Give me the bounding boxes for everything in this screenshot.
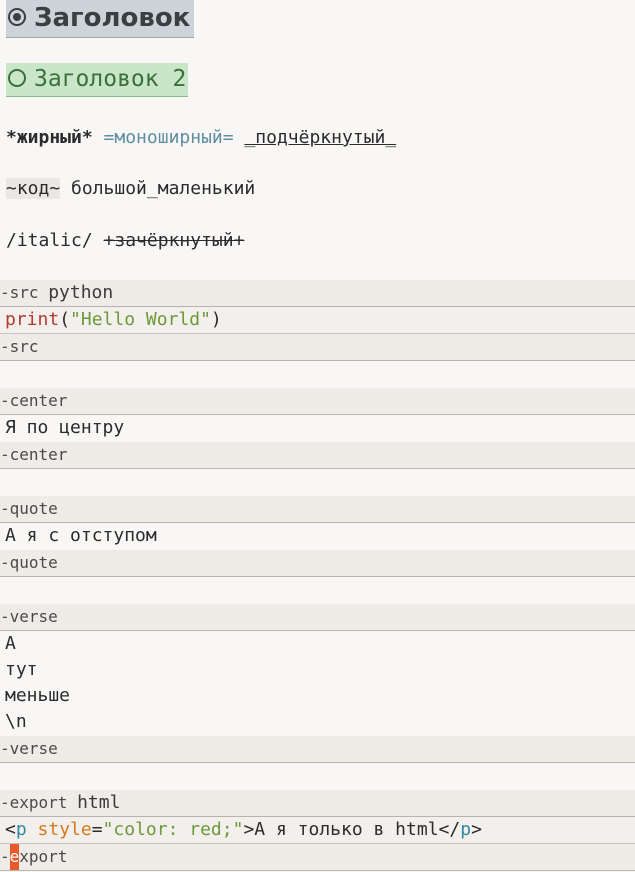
heading-1[interactable]: Заголовок <box>6 0 195 38</box>
strikethrough-text: +зачёркнутый+ <box>103 230 245 251</box>
code-open-paren: ( <box>59 309 71 330</box>
html-close-tag: p <box>460 819 472 840</box>
verse-end-keyword: verse <box>9 739 58 758</box>
quote-block-end[interactable]: -quote <box>0 550 635 577</box>
export-block-end[interactable]: -export <box>0 844 635 871</box>
html-tag: p <box>15 819 27 840</box>
center-begin-keyword: center <box>9 391 68 410</box>
center-content: Я по центру <box>5 417 125 438</box>
markup-line-2: ~код~ большой_маленький <box>6 176 635 202</box>
html-lt: < <box>5 819 16 840</box>
src-code: print("Hello World") <box>5 307 222 333</box>
src-end-keyword: src <box>9 337 39 356</box>
html-eq: = <box>91 819 103 840</box>
verse-begin-keyword: verse <box>9 607 58 626</box>
src-block-begin[interactable]: -src python <box>0 280 635 307</box>
quote-content: А я с отступом <box>5 525 157 546</box>
src-begin-keyword: src <box>9 283 39 302</box>
html-close-lt: </ <box>438 819 461 840</box>
italic-text: /italic/ <box>6 230 93 251</box>
heading-2-text: Заголовок 2 <box>34 66 187 92</box>
heading-2[interactable]: Заголовок 2 <box>6 63 189 97</box>
verse-line-4: \n <box>5 711 27 732</box>
filled-circle-bullet-icon[interactable] <box>8 7 26 26</box>
export-block-begin[interactable]: -export html <box>0 790 635 817</box>
text-cursor[interactable]: e <box>9 844 20 870</box>
bold-text: *жирный* <box>6 127 93 148</box>
src-language: python <box>48 282 114 303</box>
markup-line-3: /italic/ +зачёркнутый+ <box>6 228 635 254</box>
empty-circle-bullet-icon[interactable] <box>8 68 26 87</box>
verse-block-end[interactable]: -verse <box>0 736 635 763</box>
center-block-end[interactable]: -center <box>0 442 635 469</box>
verse-line-1: А <box>5 633 16 654</box>
html-attr-value: "color: red;" <box>102 819 244 840</box>
markup-line-1: *жирный* =моноширный= _подчёркнутый_ <box>6 125 635 151</box>
export-language: html <box>77 792 121 813</box>
code-close-paren: ) <box>210 309 222 330</box>
verse-block-begin[interactable]: -verse <box>0 604 635 631</box>
html-close-gt: > <box>471 819 482 840</box>
html-inner-text: А я только в html <box>254 819 439 840</box>
code-string: "Hello World" <box>70 309 211 330</box>
monospace-text: =моноширный= <box>103 127 234 148</box>
inline-code-text: ~код~ <box>6 178 61 199</box>
src-block-end[interactable]: -src <box>0 334 635 361</box>
quote-begin-keyword: quote <box>9 499 58 518</box>
center-block-begin[interactable]: -center <box>0 388 635 415</box>
html-attr: style <box>37 819 92 840</box>
heading-1-text: Заголовок <box>34 3 191 33</box>
verse-line-2: тут <box>5 659 38 680</box>
export-begin-keyword: export <box>9 793 68 812</box>
code-function: print <box>5 309 60 330</box>
export-code: <p style="color: red;">А я только в html… <box>5 817 482 843</box>
export-end-keyword-rest: xport <box>19 847 68 866</box>
underline-text: _подчёркнутый_ <box>244 127 397 148</box>
plain-text: большой_маленький <box>71 178 256 199</box>
center-end-keyword: center <box>9 445 68 464</box>
verse-line-3: меньше <box>5 685 71 706</box>
quote-block-begin[interactable]: -quote <box>0 496 635 523</box>
quote-end-keyword: quote <box>9 553 58 572</box>
html-gt: > <box>243 819 255 840</box>
